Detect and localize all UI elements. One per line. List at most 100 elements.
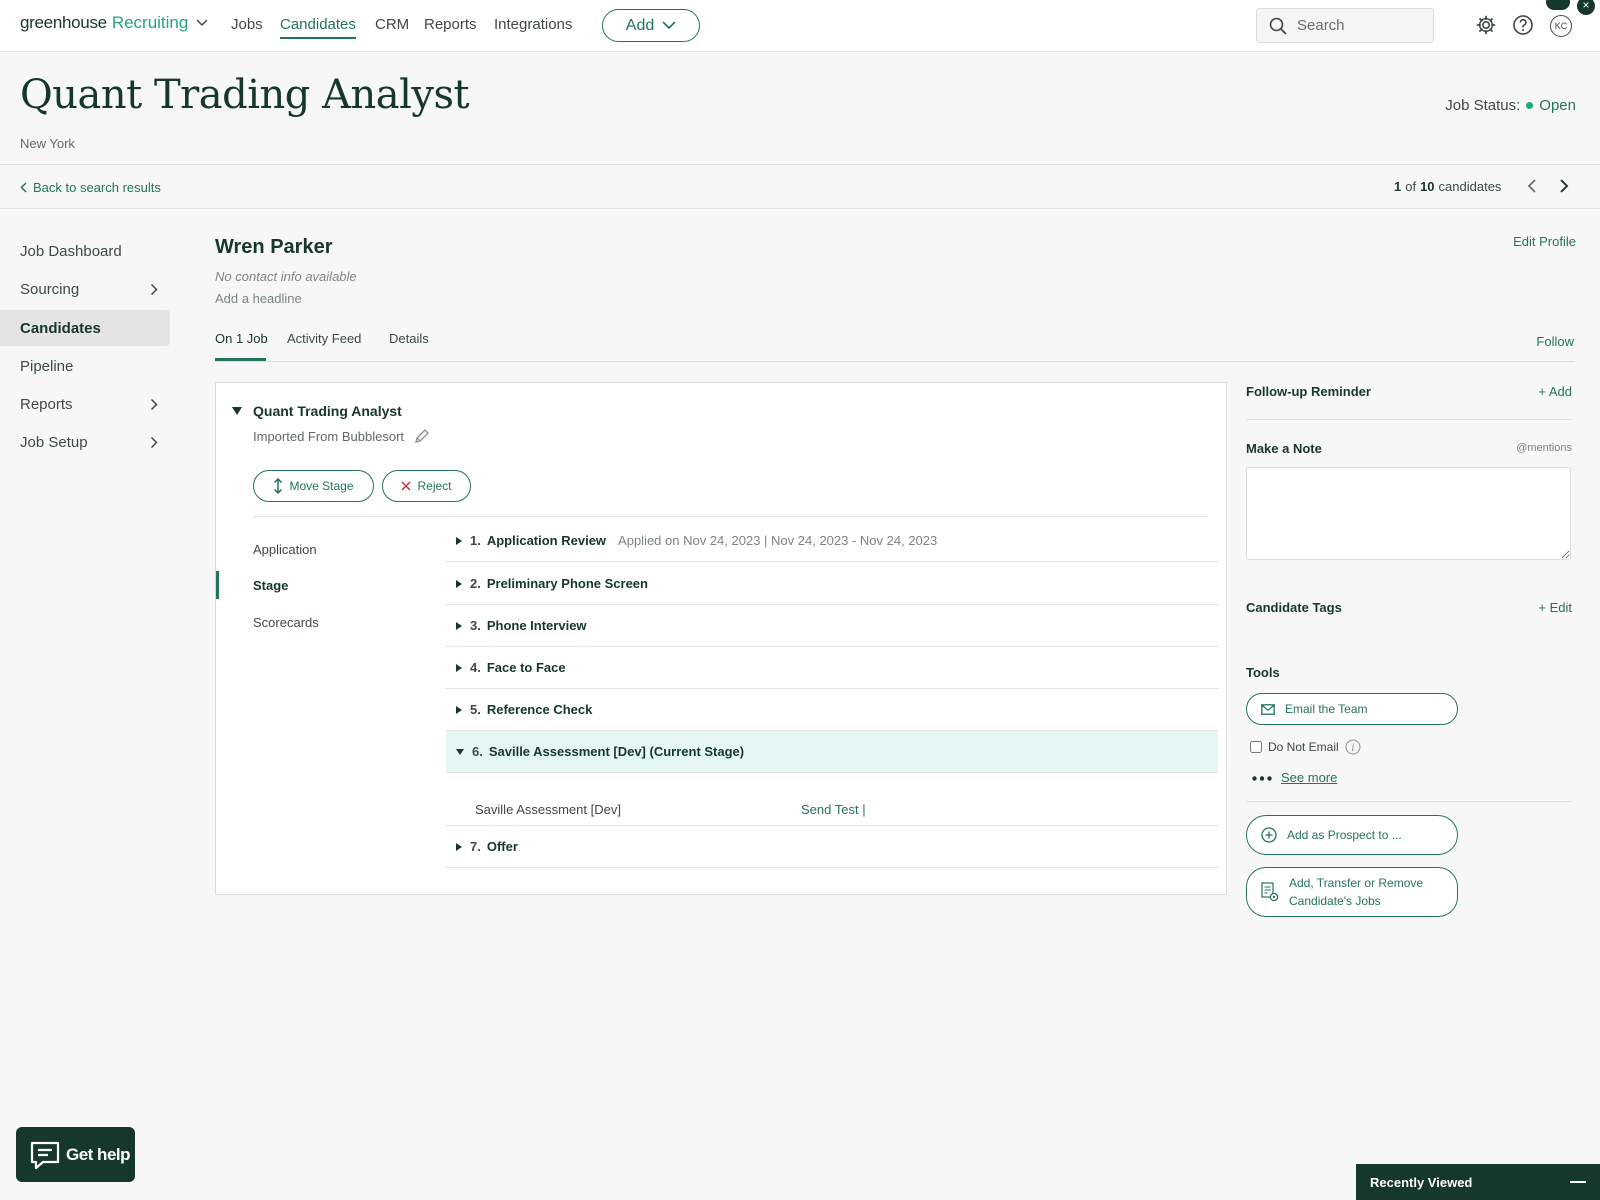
transfer-jobs-label: Add, Transfer or Remove Candidate's Jobs xyxy=(1289,876,1424,908)
edit-profile-link[interactable]: Edit Profile xyxy=(1513,234,1576,249)
move-stage-button[interactable]: Move Stage xyxy=(253,470,374,502)
email-team-button[interactable]: Email the Team xyxy=(1246,693,1458,725)
stage-row[interactable]: 5. Reference Check xyxy=(446,689,1218,731)
brand-product: Recruiting xyxy=(111,13,189,32)
active-subnav-indicator xyxy=(216,571,219,599)
add-menu-button[interactable]: Add xyxy=(602,9,700,42)
stage-name: Saville Assessment [Dev] (Current Stage) xyxy=(488,744,745,759)
nav-link-candidates[interactable]: Candidates xyxy=(280,16,356,39)
add-as-prospect-button[interactable]: Add as Prospect to ... xyxy=(1246,815,1458,855)
recently-viewed-label: Recently Viewed xyxy=(1370,1174,1473,1190)
caret-right-icon xyxy=(456,621,462,630)
add-headline-link[interactable]: Add a headline xyxy=(215,291,302,306)
caret-down-icon xyxy=(456,748,464,755)
get-help-button[interactable]: Get help xyxy=(16,1127,135,1182)
stage-row[interactable]: 4. Face to Face xyxy=(446,647,1218,689)
see-more-link[interactable]: See more xyxy=(1281,770,1337,785)
do-not-email-option[interactable]: Do Not Email i xyxy=(1250,739,1361,755)
user-avatar[interactable]: KC xyxy=(1550,15,1572,37)
sidebar-item-label: Sourcing xyxy=(20,280,80,298)
previous-candidate-icon[interactable] xyxy=(1526,178,1538,194)
sidebar-item-job-dashboard[interactable]: Job Dashboard xyxy=(0,233,170,269)
stage-row[interactable]: 2. Preliminary Phone Screen xyxy=(446,563,1218,605)
candidate-contact: No contact info available xyxy=(215,269,357,284)
application-job-title[interactable]: Quant Trading Analyst xyxy=(253,403,402,419)
pencil-icon[interactable] xyxy=(414,428,430,444)
caret-right-icon xyxy=(456,663,462,672)
follow-up-reminder-title: Follow-up Reminder xyxy=(1246,384,1371,399)
stage-row[interactable]: 7. Offer xyxy=(446,826,1218,868)
stage-name: Application Review xyxy=(486,533,607,548)
recently-viewed-panel[interactable]: Recently Viewed xyxy=(1356,1164,1600,1200)
sidebar-item-pipeline[interactable]: Pipeline xyxy=(0,348,170,384)
subnav-scorecards[interactable]: Scorecards xyxy=(253,615,319,630)
make-note-title: Make a Note xyxy=(1246,441,1322,456)
add-reminder-link[interactable]: + Add xyxy=(1538,384,1572,399)
stage-name: Reference Check xyxy=(486,702,593,717)
divider xyxy=(0,208,1600,209)
collapse-caret-icon[interactable] xyxy=(232,407,242,415)
job-settings-icon xyxy=(1261,882,1279,902)
info-icon[interactable]: i xyxy=(1345,739,1361,755)
chevron-left-icon xyxy=(20,182,27,193)
candidate-name: Wren Parker xyxy=(215,236,333,258)
tab-details[interactable]: Details xyxy=(389,331,429,346)
nav-link-jobs[interactable]: Jobs xyxy=(231,16,263,33)
job-status-value[interactable]: Open xyxy=(1539,97,1576,114)
counter-total: 10 xyxy=(1420,179,1435,194)
nav-link-reports[interactable]: Reports xyxy=(424,16,477,33)
reject-button[interactable]: Reject xyxy=(382,470,471,502)
sidebar-item-reports[interactable]: Reports xyxy=(0,386,170,422)
stage-interview-row: Saville Assessment [Dev] Send Test | xyxy=(446,794,1218,826)
minimize-icon[interactable] xyxy=(1570,1181,1586,1183)
add-prospect-label: Add as Prospect to ... xyxy=(1287,828,1402,842)
caret-right-icon xyxy=(456,579,462,588)
stage-row[interactable]: 3. Phone Interview xyxy=(446,605,1218,647)
counter-of: of xyxy=(1405,179,1417,194)
gear-icon[interactable] xyxy=(1475,14,1497,36)
sidebar-item-sourcing[interactable]: Sourcing xyxy=(0,271,170,307)
stage-number: 3. xyxy=(470,618,481,633)
help-icon[interactable] xyxy=(1512,14,1534,36)
divider xyxy=(1246,801,1572,802)
caret-right-icon xyxy=(456,536,462,545)
caret-right-icon xyxy=(456,705,462,714)
nav-link-crm[interactable]: CRM xyxy=(375,16,409,33)
subnav-stage[interactable]: Stage xyxy=(253,578,288,593)
nav-link-integrations[interactable]: Integrations xyxy=(494,16,572,33)
follow-link[interactable]: Follow xyxy=(1536,334,1574,349)
edit-tags-link[interactable]: + Edit xyxy=(1538,600,1572,615)
more-options-icon[interactable]: ••• xyxy=(1546,0,1570,10)
search-placeholder: Search xyxy=(1297,17,1345,34)
search-input[interactable]: Search xyxy=(1256,8,1434,43)
divider xyxy=(253,516,1208,517)
stage-number: 4. xyxy=(470,660,481,675)
back-to-results-link[interactable]: Back to search results xyxy=(20,180,161,195)
tab-on-job[interactable]: On 1 Job xyxy=(215,331,268,346)
brand-name: greenhouse xyxy=(20,13,107,32)
stage-row[interactable]: 1. Application Review Applied on Nov 24, 2… xyxy=(446,520,1218,562)
do-not-email-checkbox[interactable] xyxy=(1250,741,1262,753)
stage-number: 6. xyxy=(472,744,483,759)
send-test-link[interactable]: Send Test | xyxy=(801,802,866,817)
counter-index: 1 xyxy=(1394,179,1402,194)
sidebar-item-label: Pipeline xyxy=(20,357,74,375)
note-textarea[interactable] xyxy=(1246,467,1571,560)
stage-name: Phone Interview xyxy=(486,618,587,633)
close-icon[interactable]: × xyxy=(1577,0,1595,15)
next-candidate-icon[interactable] xyxy=(1558,178,1570,194)
tabs-divider xyxy=(215,361,1575,362)
subnav-application[interactable]: Application xyxy=(253,542,317,557)
source-text: Imported From Bubblesort xyxy=(253,428,405,444)
sidebar-item-candidates[interactable]: Candidates xyxy=(0,310,170,346)
stage-number: 7. xyxy=(470,839,481,854)
candidate-tags-title: Candidate Tags xyxy=(1246,600,1342,615)
sidebar-item-label: Candidates xyxy=(20,319,101,337)
tab-activity-feed[interactable]: Activity Feed xyxy=(287,331,361,346)
sidebar-item-job-setup[interactable]: Job Setup xyxy=(0,424,170,460)
brand-logo[interactable]: greenhouse Recruiting xyxy=(20,13,208,33)
email-team-label: Email the Team xyxy=(1285,702,1368,716)
transfer-jobs-button[interactable]: Add, Transfer or Remove Candidate's Jobs xyxy=(1246,867,1458,917)
candidate-counter: 1 of 10 candidates xyxy=(1394,179,1501,194)
stage-row[interactable]: 6. Saville Assessment [Dev] (Current Stag… xyxy=(446,731,1218,773)
